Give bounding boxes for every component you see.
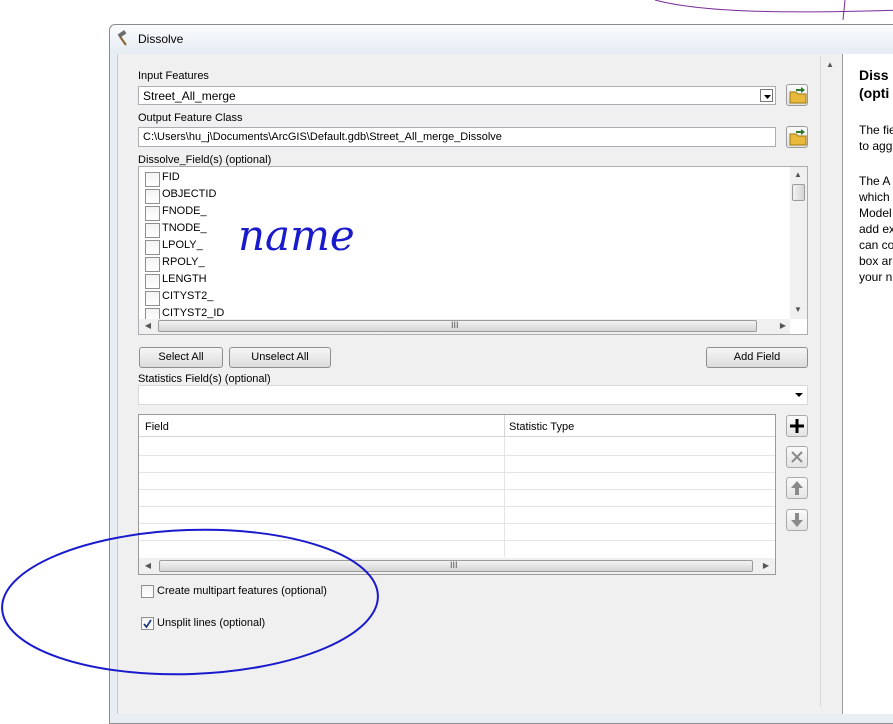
- arrow-down-icon: [791, 513, 803, 527]
- help-panel: Diss (opti The fie to agg The A which Mo…: [842, 54, 893, 714]
- table-row: [139, 506, 775, 507]
- folder-icon: [789, 87, 807, 104]
- scroll-down-arrow[interactable]: ▼: [792, 304, 804, 316]
- column-header-statistic-type[interactable]: Statistic Type: [509, 421, 574, 433]
- scroll-grip: III: [450, 560, 458, 570]
- input-features-label: Input Features: [138, 70, 209, 82]
- output-feature-class-browse-button[interactable]: [786, 126, 808, 148]
- list-item-label: LENGTH: [162, 273, 207, 285]
- scroll-thumb[interactable]: [792, 184, 805, 201]
- checkbox[interactable]: [145, 240, 160, 255]
- scroll-left-arrow[interactable]: ◀: [143, 320, 153, 332]
- help-text-line: box ar: [859, 254, 893, 268]
- output-feature-class-label: Output Feature Class: [138, 112, 243, 124]
- help-text-line: can co: [859, 238, 893, 252]
- add-row-button[interactable]: [786, 415, 808, 437]
- help-text-line: your n: [859, 270, 893, 284]
- table-row: [139, 540, 775, 541]
- help-text-line: which: [859, 190, 890, 204]
- hammer-icon: [117, 30, 127, 46]
- input-features-value: Street_All_merge: [143, 89, 236, 103]
- input-features-browse-button[interactable]: [786, 84, 808, 106]
- help-title-line-1: Diss: [859, 67, 889, 83]
- table-header: Field Statistic Type: [139, 415, 775, 437]
- checkbox[interactable]: [145, 223, 160, 238]
- unsplit-lines-checkbox[interactable]: [141, 617, 154, 630]
- column-divider: [504, 437, 505, 557]
- help-text-line: The A: [859, 174, 891, 188]
- output-feature-class-input[interactable]: C:\Users\hu_j\Documents\ArcGIS\Default.g…: [138, 127, 776, 147]
- table-row: [139, 455, 775, 456]
- output-feature-class-value: C:\Users\hu_j\Documents\ArcGIS\Default.g…: [143, 131, 502, 143]
- dissolve-fields-list[interactable]: FID OBJECTID FNODE_ TNODE_ LPOLY_ RPOLY_…: [138, 166, 808, 335]
- select-all-button[interactable]: Select All: [139, 347, 223, 368]
- checkbox[interactable]: [145, 189, 160, 204]
- table-row: [139, 523, 775, 524]
- table-row: [139, 472, 775, 473]
- unsplit-lines-label[interactable]: Unsplit lines (optional): [157, 617, 265, 629]
- unselect-all-button[interactable]: Unselect All: [229, 347, 331, 368]
- checkbox[interactable]: [145, 291, 160, 306]
- chevron-down-icon[interactable]: [794, 391, 804, 399]
- statistics-field-dropdown[interactable]: [138, 385, 808, 405]
- dissolve-fields-label: Dissolve_Field(s) (optional): [138, 154, 272, 166]
- statistics-table[interactable]: Field Statistic Type ◀ III ▶: [138, 414, 776, 575]
- window-title: Dissolve: [138, 32, 184, 46]
- folder-icon: [789, 129, 807, 146]
- list-item-label: RPOLY_: [162, 256, 205, 268]
- scroll-left-arrow[interactable]: ◀: [143, 560, 153, 572]
- help-text-line: to agg: [859, 139, 893, 153]
- scroll-right-arrow[interactable]: ▶: [761, 560, 771, 572]
- plus-icon: [790, 419, 804, 433]
- statistics-table-hscrollbar[interactable]: ◀ III ▶: [139, 558, 775, 574]
- move-down-button[interactable]: [786, 509, 808, 531]
- title-bar[interactable]: [110, 25, 893, 53]
- column-divider: [504, 415, 505, 437]
- help-title-line-2: (opti: [859, 85, 890, 101]
- checkbox[interactable]: [145, 172, 160, 187]
- help-text-line: Model: [859, 206, 892, 220]
- delete-icon: [791, 451, 803, 463]
- column-header-field[interactable]: Field: [145, 421, 169, 433]
- dialog-vscrollbar[interactable]: ▲: [820, 56, 838, 707]
- list-item-label: FID: [162, 171, 180, 183]
- checkmark-icon: [143, 619, 152, 629]
- list-item-label: CITYST2_: [162, 290, 214, 302]
- scroll-right-arrow[interactable]: ▶: [778, 320, 788, 332]
- scroll-thumb[interactable]: III: [158, 320, 757, 332]
- list-item-label: OBJECTID: [162, 188, 217, 200]
- table-row: [139, 489, 775, 490]
- checkbox[interactable]: [145, 257, 160, 272]
- move-up-button[interactable]: [786, 477, 808, 499]
- list-item-label: TNODE_: [162, 222, 207, 234]
- checkbox[interactable]: [145, 206, 160, 221]
- multipart-label[interactable]: Create multipart features (optional): [157, 585, 327, 597]
- arrow-up-icon: [791, 481, 803, 495]
- dissolve-list-vscrollbar[interactable]: ▲ ▼: [790, 167, 807, 319]
- add-field-button[interactable]: Add Field: [706, 347, 808, 368]
- delete-row-button[interactable]: [786, 446, 808, 468]
- checkbox[interactable]: [145, 274, 160, 289]
- scroll-up-arrow[interactable]: ▲: [824, 59, 836, 71]
- statistics-fields-label: Statistics Field(s) (optional): [138, 373, 271, 385]
- list-item-label: CITYST2_ID: [162, 307, 225, 319]
- list-item-label: LPOLY_: [162, 239, 203, 251]
- dissolve-list-hscrollbar[interactable]: ◀ III ▶: [139, 319, 790, 334]
- chevron-down-icon[interactable]: [760, 89, 773, 102]
- help-text-line: add ex: [859, 222, 893, 236]
- input-features-combobox[interactable]: Street_All_merge: [138, 86, 776, 105]
- scroll-grip: III: [451, 320, 459, 330]
- list-item-label: FNODE_: [162, 205, 207, 217]
- help-text-line: The fie: [859, 123, 893, 137]
- scroll-up-arrow[interactable]: ▲: [792, 169, 804, 181]
- multipart-checkbox[interactable]: [141, 585, 154, 598]
- scroll-thumb[interactable]: III: [159, 560, 753, 572]
